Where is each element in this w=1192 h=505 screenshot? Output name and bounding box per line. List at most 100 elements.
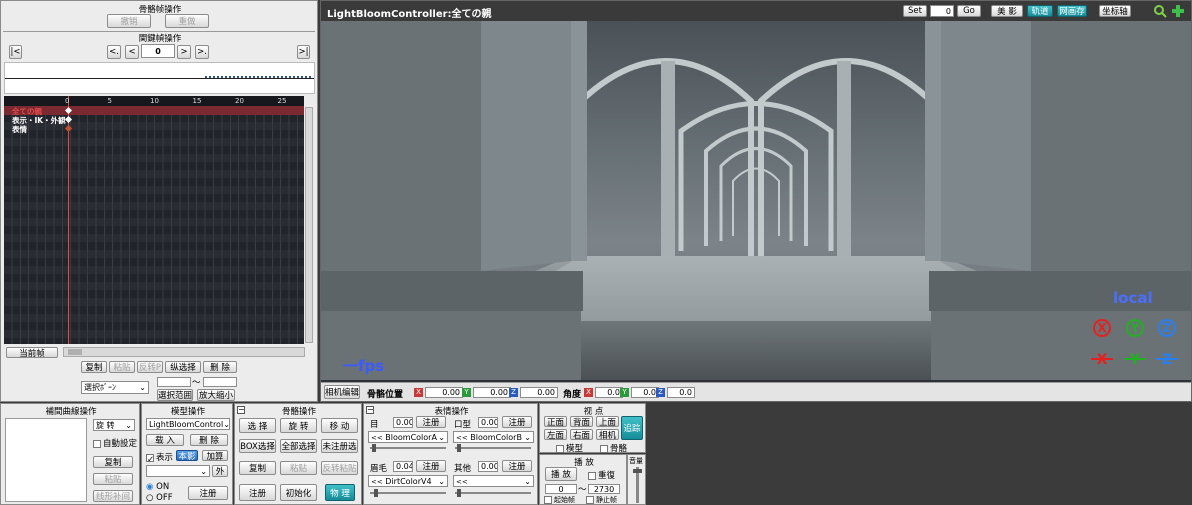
- rot-y-field[interactable]: 0.0: [631, 387, 659, 398]
- off-radio[interactable]: ○ OFF: [146, 493, 173, 503]
- go-button[interactable]: Go: [957, 5, 981, 17]
- play-button[interactable]: 播 放: [545, 467, 577, 481]
- track-toggle[interactable]: 轨道: [1027, 5, 1053, 17]
- bone-reverse-paste-button[interactable]: 反转粘贴: [321, 461, 358, 475]
- bone-copy-button[interactable]: 复制: [239, 461, 276, 475]
- viewport[interactable]: LightBloomController:全ての親 Set 0 Go 美 影 轨…: [320, 0, 1192, 402]
- shadow-toggle[interactable]: 美 影: [991, 5, 1023, 17]
- redo-button[interactable]: 重做: [165, 14, 209, 28]
- interp-copy-button[interactable]: 复制: [93, 456, 133, 468]
- move-x-icon[interactable]: X: [1091, 348, 1113, 370]
- timeline-grid[interactable]: [4, 96, 304, 344]
- rot-z-field[interactable]: 0.0: [667, 387, 695, 398]
- bone-init-button[interactable]: 初始化: [280, 484, 317, 501]
- brow-value[interactable]: 0.04: [393, 461, 413, 472]
- copy-frames-button[interactable]: 复制: [81, 361, 107, 373]
- eye-dropdown[interactable]: << BloomColorA ⌄: [368, 431, 448, 443]
- set-frame-button[interactable]: Set: [903, 5, 927, 17]
- search-icon[interactable]: [1153, 4, 1167, 18]
- other-register-button[interactable]: 注册: [502, 460, 532, 472]
- interp-curve-canvas[interactable]: [5, 418, 87, 502]
- prev-frame-button[interactable]: <: [125, 45, 139, 59]
- model-dropdown[interactable]: LightBloomControl ⌄: [146, 418, 230, 430]
- model-register-button[interactable]: 注册: [188, 486, 228, 500]
- bone-view-checkbox[interactable]: 骨骼: [600, 442, 627, 454]
- view-front-button[interactable]: 正面: [544, 416, 567, 427]
- next-key-button[interactable]: >.: [195, 45, 209, 59]
- eye-register-button[interactable]: 注册: [416, 416, 446, 428]
- paste-reverse-button[interactable]: 反转P: [137, 361, 163, 373]
- rotate-y-icon[interactable]: Y: [1124, 317, 1146, 339]
- rotate-z-icon[interactable]: Z: [1156, 317, 1178, 339]
- pos-y-field[interactable]: 0.00: [473, 387, 511, 398]
- paste-frames-button[interactable]: 粘贴: [109, 361, 135, 373]
- start-frame-checkbox[interactable]: 起始帧: [544, 495, 575, 505]
- load-model-button[interactable]: 载 入: [146, 434, 184, 446]
- repeat-checkbox[interactable]: 重復: [588, 469, 615, 481]
- interp-paste-button[interactable]: 粘贴: [93, 473, 133, 485]
- outside-parent-button[interactable]: 外: [212, 465, 228, 477]
- self-shadow-toggle[interactable]: 本影: [176, 450, 198, 461]
- view-top-button[interactable]: 上面: [596, 416, 619, 427]
- select-bone-dropdown[interactable]: 選択ﾎﾞｰﾝ ⌄: [81, 381, 149, 394]
- delete-model-button[interactable]: 删 除: [190, 434, 228, 446]
- range-to-input[interactable]: [203, 377, 237, 387]
- model-view-checkbox[interactable]: 模型: [556, 442, 583, 454]
- local-mode-label[interactable]: local: [1113, 289, 1153, 307]
- additive-button[interactable]: 加算: [202, 450, 228, 461]
- last-frame-button[interactable]: >|: [297, 45, 310, 59]
- view-camera-button[interactable]: 相机: [596, 429, 619, 440]
- other-value[interactable]: 0.00: [478, 461, 498, 472]
- bone-select-button[interactable]: 选 择: [239, 418, 276, 433]
- delete-frames-button[interactable]: 删 除: [203, 361, 237, 373]
- other-slider[interactable]: [455, 489, 531, 497]
- outside-parent-dropdown[interactable]: ⌄: [146, 465, 210, 477]
- physics-toggle[interactable]: 物 理: [325, 484, 355, 501]
- pos-x-field[interactable]: 0.00: [425, 387, 463, 398]
- brow-slider[interactable]: [370, 489, 446, 497]
- rotate-x-icon[interactable]: X: [1091, 317, 1113, 339]
- view-back-button[interactable]: 背面: [570, 416, 593, 427]
- mouth-register-button[interactable]: 注册: [502, 416, 532, 428]
- other-dropdown[interactable]: << ⌄: [453, 475, 534, 487]
- vertical-scrollbar[interactable]: [305, 107, 313, 343]
- set-frame-input[interactable]: 0: [930, 5, 954, 17]
- bone-move-button[interactable]: 移 动: [321, 418, 358, 433]
- move-y-icon[interactable]: Y: [1124, 348, 1146, 370]
- add-icon[interactable]: [1171, 4, 1185, 18]
- mouth-slider[interactable]: [455, 444, 531, 452]
- view-right-button[interactable]: 右面: [570, 429, 593, 440]
- bone-register-button[interactable]: 注册: [239, 484, 276, 501]
- axis-toggle[interactable]: 坐标轴: [1099, 5, 1131, 17]
- zoom-button[interactable]: 放大缩小: [197, 389, 235, 401]
- eye-value[interactable]: 0.00: [393, 417, 413, 428]
- linear-interp-button[interactable]: 线形补间: [93, 490, 133, 502]
- bone-rotate-button[interactable]: 旋 转: [280, 418, 317, 433]
- brow-register-button[interactable]: 注册: [416, 460, 446, 472]
- trace-toggle[interactable]: 追踪: [621, 416, 643, 440]
- all-select-button[interactable]: 全部选择: [280, 439, 317, 453]
- track-label[interactable]: 表情: [12, 124, 27, 135]
- screen-save-toggle[interactable]: 网画存: [1057, 5, 1087, 17]
- vertical-select-button[interactable]: 纵选择: [165, 361, 201, 373]
- on-radio[interactable]: ◉ ON: [146, 482, 169, 492]
- bone-paste-button[interactable]: 粘贴: [280, 461, 317, 475]
- mouth-value[interactable]: 0.00: [478, 417, 498, 428]
- show-checkbox[interactable]: ✓ 表示: [146, 451, 173, 465]
- play-to-input[interactable]: 2730: [588, 484, 620, 494]
- next-frame-button[interactable]: >: [177, 45, 191, 59]
- prev-key-button[interactable]: <.: [107, 45, 121, 59]
- current-frame-button[interactable]: 当前帧: [6, 347, 58, 358]
- volume-slider[interactable]: [633, 467, 642, 503]
- move-z-icon[interactable]: Z: [1156, 348, 1178, 370]
- pos-z-field[interactable]: 0.00: [520, 387, 558, 398]
- undo-button[interactable]: 撤销: [107, 14, 151, 28]
- first-frame-button[interactable]: |<: [9, 45, 22, 59]
- stop-frame-checkbox[interactable]: 静止帧: [586, 495, 617, 505]
- range-select-button[interactable]: 選択范囲: [157, 389, 193, 401]
- interp-type-dropdown[interactable]: 旋 转 ⌄: [93, 419, 135, 431]
- brow-dropdown[interactable]: << DirtColorV4 ⌄: [368, 475, 448, 487]
- eye-slider[interactable]: [370, 444, 446, 452]
- box-select-button[interactable]: BOX选择: [239, 439, 276, 453]
- range-from-input[interactable]: [157, 377, 191, 387]
